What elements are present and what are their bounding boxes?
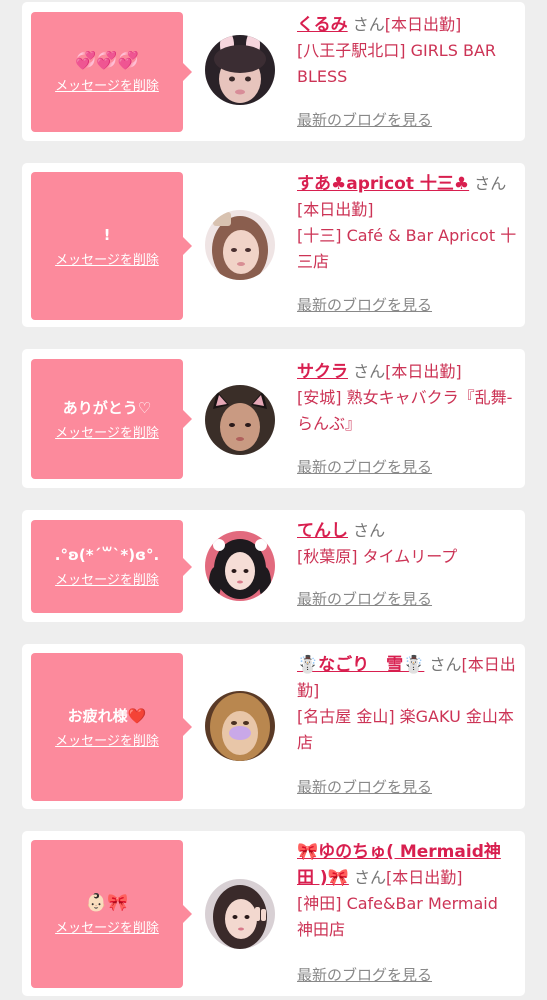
status-badge: [本日出勤]: [297, 200, 374, 219]
shop-name: [神田] Cafe&Bar Mermaid 神田店: [297, 894, 498, 939]
message-text: !: [103, 225, 111, 244]
status-badge: [本日出勤]: [384, 15, 462, 34]
cast-name-link[interactable]: ☃️なごり 雪☃️: [297, 655, 424, 675]
latest-blog-link[interactable]: 最新のブログを見る: [297, 456, 432, 477]
avatar-photo-blurred-icon: [205, 691, 275, 761]
message-card: ! メッセージを削除 すあ♣apricot 十三♣ さん [本日出勤] [十三]…: [22, 163, 525, 327]
latest-blog-link[interactable]: 最新のブログを見る: [297, 294, 432, 315]
avatar-photo-bunny-ears-icon: [205, 35, 275, 105]
message-list: 💞💞💞 メッセージを削除 くるみ さん[本日出勤] [八王子駅北口] GIRLS…: [0, 0, 547, 1000]
avatar-photo-cat-ears-icon: [205, 385, 275, 455]
status-badge: [本日出勤]: [385, 362, 462, 381]
message-text: .°ʚ(*´꒳`*)ɞ°.: [54, 546, 160, 564]
cast-name-link[interactable]: てんし: [297, 521, 348, 541]
avatar[interactable]: [205, 879, 275, 949]
latest-blog-link[interactable]: 最新のブログを見る: [297, 776, 432, 797]
message-bubble: .°ʚ(*´꒳`*)ɞ°. メッセージを削除: [31, 520, 192, 613]
shop-name: [安城] 熟女キャバクラ『乱舞-らんぶ』: [297, 388, 513, 433]
delete-message-link[interactable]: メッセージを削除: [55, 730, 159, 749]
message-text: ありがとう♡: [62, 398, 152, 417]
avatar-photo-icon: [205, 210, 275, 280]
message-bubble: お疲れ様❤️ メッセージを削除: [31, 653, 192, 801]
cast-info: くるみ さん[本日出勤] [八王子駅北口] GIRLS BAR BLESS: [297, 12, 517, 90]
shop-name: [秋葉原] タイムリープ: [297, 547, 458, 566]
cast-info: てんし さん [秋葉原] タイムリープ: [297, 518, 517, 570]
message-card: お疲れ様❤️ メッセージを削除 ☃️なごり 雪☃️ さん[本日出勤] [名古屋 …: [22, 644, 525, 809]
status-badge: [本日出勤]: [385, 868, 463, 887]
avatar[interactable]: [205, 35, 275, 105]
message-text: お疲れ様❤️: [67, 706, 147, 725]
message-card: .°ʚ(*´꒳`*)ɞ°. メッセージを削除 てんし さん [秋葉原] タイムリ…: [22, 510, 525, 622]
latest-blog-link[interactable]: 最新のブログを見る: [297, 109, 432, 130]
message-card: ありがとう♡ メッセージを削除 サクラ さん[本日出勤] [安城] 熟女キャバク…: [22, 349, 525, 488]
message-text: 💞💞💞: [75, 50, 139, 71]
delete-message-link[interactable]: メッセージを削除: [55, 249, 159, 268]
delete-message-link[interactable]: メッセージを削除: [55, 422, 159, 441]
delete-message-link[interactable]: メッセージを削除: [55, 569, 159, 588]
delete-message-link[interactable]: メッセージを削除: [55, 917, 159, 936]
message-card: 💞💞💞 メッセージを削除 くるみ さん[本日出勤] [八王子駅北口] GIRLS…: [22, 2, 525, 141]
shop-name: [十三] Café & Bar Apricot 十三店: [297, 226, 517, 271]
honorific: さん: [353, 362, 386, 381]
honorific: さん: [353, 521, 386, 540]
honorific: さん: [474, 174, 507, 193]
cast-info: サクラ さん[本日出勤] [安城] 熟女キャバクラ『乱舞-らんぶ』: [297, 359, 517, 437]
avatar[interactable]: [205, 210, 275, 280]
cast-info: ☃️なごり 雪☃️ さん[本日出勤] [名古屋 金山] 楽GAKU 金山本店: [297, 652, 517, 756]
cast-info: 🎀ゆのちゅ( Mermaid神田 )🎀 さん[本日出勤] [神田] Cafe&B…: [297, 839, 517, 943]
latest-blog-link[interactable]: 最新のブログを見る: [297, 964, 432, 985]
message-bubble: ! メッセージを削除: [31, 172, 192, 320]
honorific: さん: [429, 655, 462, 674]
avatar-photo-twin-braids-icon: [205, 531, 275, 601]
avatar[interactable]: [205, 691, 275, 761]
shop-name: [名古屋 金山] 楽GAKU 金山本店: [297, 707, 514, 752]
honorific: さん: [352, 15, 385, 34]
cast-name-link[interactable]: すあ♣apricot 十三♣: [297, 174, 469, 194]
latest-blog-link[interactable]: 最新のブログを見る: [297, 588, 432, 609]
shop-name: [八王子駅北口] GIRLS BAR BLESS: [297, 41, 497, 86]
cast-name-link[interactable]: くるみ: [297, 15, 348, 35]
message-text: 👶🏻🎀: [85, 892, 129, 913]
delete-message-link[interactable]: メッセージを削除: [55, 75, 159, 94]
message-bubble: 💞💞💞 メッセージを削除: [31, 12, 192, 132]
message-bubble: ありがとう♡ メッセージを削除: [31, 359, 192, 479]
cast-info: すあ♣apricot 十三♣ さん [本日出勤] [十三] Café & Bar…: [297, 171, 517, 275]
avatar-photo-peace-sign-icon: [205, 879, 275, 949]
cast-name-link[interactable]: サクラ: [297, 362, 348, 382]
avatar[interactable]: [205, 531, 275, 601]
honorific: さん: [353, 868, 386, 887]
message-bubble: 👶🏻🎀 メッセージを削除: [31, 840, 192, 988]
message-card: 👶🏻🎀 メッセージを削除 🎀ゆのちゅ( Mermaid神田 )🎀 さん[本日出勤…: [22, 831, 525, 996]
avatar[interactable]: [205, 385, 275, 455]
